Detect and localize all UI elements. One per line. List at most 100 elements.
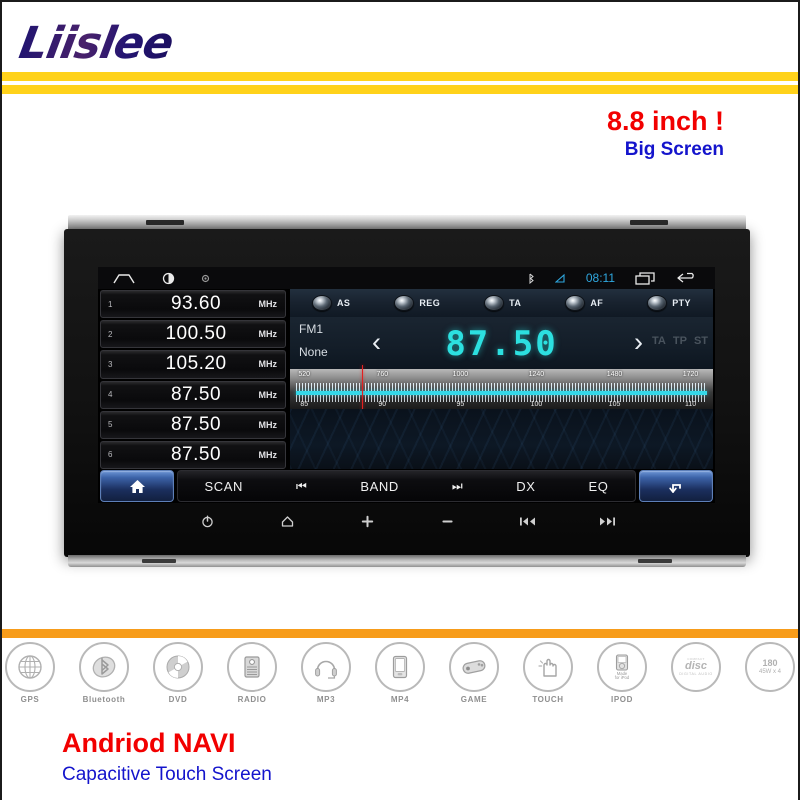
recents-icon[interactable]: [635, 271, 657, 285]
eq-button[interactable]: EQ: [588, 479, 608, 494]
am-tick-label: 1000: [452, 371, 469, 378]
next-button[interactable]: ⏭: [452, 479, 463, 494]
am-tick-label: 1240: [528, 371, 545, 378]
power-key[interactable]: [196, 510, 218, 532]
advertisement-page: Liislee 8.8 inch ! Big Screen 08:11 1 93…: [0, 0, 800, 800]
preset-row-6[interactable]: 6 87.50 MHz: [100, 440, 286, 470]
preset-index: 1: [108, 299, 113, 309]
bluetooth-icon: [79, 642, 129, 692]
back-button[interactable]: [639, 470, 713, 502]
player-icon: [375, 642, 425, 692]
band-button[interactable]: BAND: [360, 479, 399, 494]
lcd-screen[interactable]: 08:11 1 93.60 MHz 2 100.50 MHz 3 105.20 …: [98, 267, 715, 503]
preset-unit: MHz: [258, 299, 278, 310]
next-track-key[interactable]: [596, 510, 618, 532]
bezel-vent-left: [146, 220, 184, 225]
chevron-right-icon[interactable]: ›: [634, 328, 643, 356]
indicator-lamp-icon: [312, 295, 333, 311]
fm-tick-label: 95: [456, 401, 465, 408]
svg-text:disc: disc: [685, 660, 707, 672]
svg-text:for iPod: for iPod: [615, 675, 630, 680]
fm-tick-label: 110: [684, 401, 697, 408]
flag-ta: TA: [652, 335, 666, 347]
home-button[interactable]: [100, 470, 174, 502]
feature-label: DVD: [168, 695, 188, 704]
feature-label: MP4: [390, 695, 410, 704]
home-icon[interactable]: [112, 273, 136, 284]
rds-label: TA: [509, 298, 522, 308]
indicator-lamp-icon: [394, 295, 415, 311]
feature-dvd: DVD: [150, 642, 206, 704]
rds-label: AS: [337, 298, 351, 308]
back-icon[interactable]: [677, 272, 699, 284]
preset-frequency: 93.60: [170, 293, 222, 315]
brightness-icon[interactable]: [162, 272, 175, 285]
power-rating-text: 180 45W x 4: [759, 658, 781, 675]
am-tick-label: 1480: [606, 371, 623, 378]
preset-unit: MHz: [258, 449, 278, 460]
orange-divider: [2, 629, 798, 638]
am-tick-label: 520: [298, 371, 311, 378]
preset-row-5[interactable]: 5 87.50 MHz: [100, 410, 286, 439]
home-key[interactable]: [276, 510, 298, 532]
rds-button-as[interactable]: AS: [312, 295, 350, 311]
preset-frequency: 87.50: [170, 443, 222, 465]
feature-mp3: MP3: [298, 642, 354, 704]
promo-inch-text: 8.8 inch !: [606, 106, 724, 136]
rds-button-reg[interactable]: REG: [394, 295, 440, 311]
ipod-icon: Made for iPod: [597, 642, 647, 692]
hardware-key-row: [64, 507, 750, 535]
preset-frequency: 87.50: [170, 413, 222, 435]
preset-unit: MHz: [258, 389, 278, 400]
fm-tick-label: 100: [530, 401, 543, 408]
preset-row-1[interactable]: 1 93.60 MHz: [100, 290, 286, 319]
prev-track-key[interactable]: [516, 510, 538, 532]
volume-down-key[interactable]: [436, 510, 458, 532]
unit-body: 08:11 1 93.60 MHz 2 100.50 MHz 3 105.20 …: [64, 229, 750, 557]
preset-frequency: 105.20: [165, 353, 227, 375]
feature-label: RADIO: [237, 695, 267, 704]
dot-icon[interactable]: [201, 274, 210, 283]
power-rating-icon: 180 45W x 4: [745, 642, 795, 692]
prev-button[interactable]: ⏮: [296, 479, 307, 494]
rds-button-af[interactable]: AF: [565, 295, 603, 311]
preset-index: 4: [108, 390, 113, 400]
preset-row-3[interactable]: 3 105.20 MHz: [100, 350, 286, 379]
preset-row-4[interactable]: 4 87.50 MHz: [100, 380, 286, 409]
preset-frequency: 100.50: [165, 323, 227, 345]
frequency-display-row: FM1 None ‹ 87.50 › TA TP ST: [290, 317, 713, 369]
preset-unit: MHz: [258, 419, 278, 430]
preset-index: 6: [108, 450, 113, 460]
feature-label: Bluetooth: [82, 695, 126, 704]
disc-icon: [153, 642, 203, 692]
rds-label: PTY: [672, 298, 691, 308]
volume-up-key[interactable]: [356, 510, 378, 532]
feature-ipod: Made for iPod IPOD: [594, 642, 650, 704]
rds-button-row: AS REG TA AF PTY: [290, 289, 713, 318]
compact-disc-logo-icon: disc DIGITAL AUDIO COMPACT: [671, 642, 721, 692]
dx-button[interactable]: DX: [516, 479, 535, 494]
scan-button[interactable]: SCAN: [204, 479, 243, 494]
unit-bottom-bezel: [68, 555, 746, 567]
rds-button-pty[interactable]: PTY: [647, 295, 691, 311]
flag-st: ST: [693, 335, 708, 347]
android-status-bar: 08:11: [98, 267, 715, 289]
feature-label: TOUCH: [532, 695, 564, 704]
footer-subtitle: Capacitive Touch Screen: [62, 764, 272, 785]
preset-index: 2: [108, 329, 113, 339]
preset-frequency: 87.50: [170, 383, 222, 405]
preset-index: 5: [108, 420, 113, 430]
rds-button-ta[interactable]: TA: [484, 295, 521, 311]
radio-icon: [227, 642, 277, 692]
feature-label: GPS: [20, 695, 40, 704]
globe-icon: [5, 642, 55, 692]
preset-row-2[interactable]: 2 100.50 MHz: [100, 320, 286, 349]
promo-subtitle: Big Screen: [624, 139, 724, 160]
yellow-divider-top: [2, 72, 798, 81]
feature-bluetooth: Bluetooth: [76, 642, 132, 704]
bezel-vent-right: [630, 220, 668, 225]
headset-icon: [301, 642, 351, 692]
preset-list: 1 93.60 MHz 2 100.50 MHz 3 105.20 MHz 4 …: [100, 289, 286, 470]
fm-tick-label: 105: [608, 401, 621, 408]
tuning-scale[interactable]: 520 760 1000 1240 1480 1720 85 90 95 100…: [290, 365, 713, 445]
